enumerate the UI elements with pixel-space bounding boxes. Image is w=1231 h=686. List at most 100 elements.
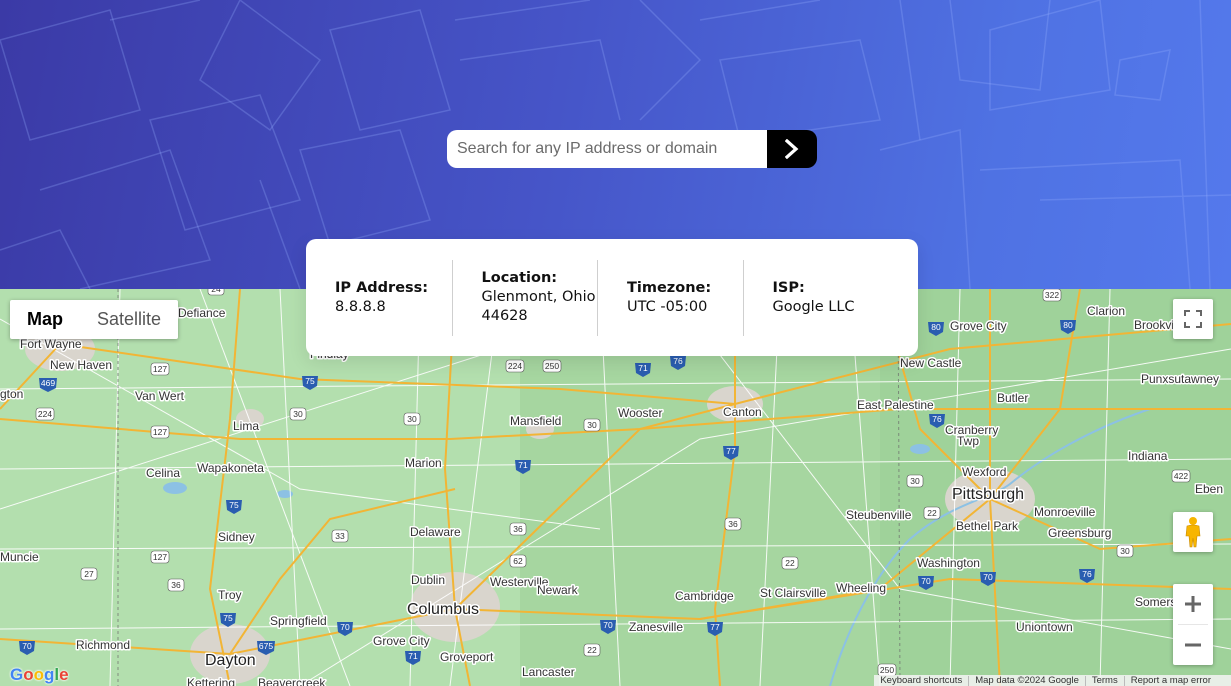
svg-text:Cambridge: Cambridge (675, 589, 734, 603)
svg-text:22: 22 (785, 558, 795, 568)
zoom-in-button[interactable] (1173, 584, 1213, 624)
svg-text:62: 62 (513, 556, 523, 566)
street-view-pegman-button[interactable] (1173, 512, 1213, 552)
svg-text:St Clairsville: St Clairsville (760, 586, 826, 600)
svg-text:gton: gton (0, 387, 23, 401)
map-data-credit: Map data ©2024 Google (968, 675, 1085, 686)
svg-text:Columbus: Columbus (407, 601, 479, 618)
svg-text:75: 75 (223, 613, 233, 623)
svg-text:71: 71 (518, 460, 528, 470)
svg-text:Troy: Troy (218, 588, 242, 602)
svg-text:422: 422 (1174, 471, 1188, 481)
fullscreen-icon (1184, 310, 1202, 328)
timezone-label: Timezone: (627, 279, 712, 296)
map-type-map-button[interactable]: Map (10, 300, 80, 339)
isp-value: Google LLC (772, 298, 855, 315)
svg-text:Beavercreek: Beavercreek (258, 676, 326, 686)
svg-text:Defiance: Defiance (178, 306, 226, 320)
svg-text:70: 70 (603, 620, 613, 630)
svg-text:Monroeville: Monroeville (1034, 505, 1096, 519)
svg-text:27: 27 (84, 569, 94, 579)
svg-text:76: 76 (932, 414, 942, 424)
svg-text:East Palestine: East Palestine (857, 398, 934, 412)
svg-text:Eben: Eben (1195, 482, 1223, 496)
svg-text:127: 127 (153, 364, 167, 374)
svg-text:Van Wert: Van Wert (135, 389, 185, 403)
svg-text:224: 224 (508, 361, 522, 371)
fullscreen-button[interactable] (1173, 299, 1213, 339)
svg-text:Wooster: Wooster (618, 406, 662, 420)
svg-text:30: 30 (910, 476, 920, 486)
svg-text:Wapakoneta: Wapakoneta (197, 461, 264, 475)
svg-text:Bethel Park: Bethel Park (956, 519, 1019, 533)
svg-text:Greensburg: Greensburg (1048, 526, 1111, 540)
search-bar (447, 130, 817, 168)
svg-text:30: 30 (587, 420, 597, 430)
svg-text:Delaware: Delaware (410, 525, 461, 539)
isp-section: ISP: Google LLC (742, 259, 889, 336)
keyboard-shortcuts-link[interactable]: Keyboard shortcuts (874, 675, 968, 686)
svg-text:Fort Wayne: Fort Wayne (20, 337, 82, 351)
search-input[interactable] (447, 130, 767, 168)
svg-text:Clarion: Clarion (1087, 304, 1125, 318)
map-type-satellite-button[interactable]: Satellite (80, 300, 178, 339)
svg-text:Uniontown: Uniontown (1016, 620, 1073, 634)
svg-text:Somers: Somers (1135, 595, 1176, 609)
terms-link[interactable]: Terms (1084, 675, 1124, 686)
svg-text:70: 70 (983, 572, 993, 582)
svg-text:36: 36 (728, 519, 738, 529)
svg-text:Grove City: Grove City (950, 319, 1007, 333)
svg-text:Grove City: Grove City (373, 634, 430, 648)
svg-text:Kettering: Kettering (187, 676, 235, 686)
map-type-control: Map Satellite (10, 300, 179, 339)
svg-text:675: 675 (259, 641, 273, 651)
svg-text:224: 224 (38, 409, 52, 419)
svg-text:30: 30 (407, 414, 417, 424)
map-attribution-bar: Keyboard shortcuts Map data ©2024 Google… (874, 675, 1231, 686)
svg-text:New Haven: New Haven (50, 358, 112, 372)
svg-text:76: 76 (1082, 569, 1092, 579)
svg-text:Pittsburgh: Pittsburgh (952, 486, 1024, 503)
svg-text:24: 24 (211, 289, 221, 294)
svg-text:77: 77 (726, 446, 736, 456)
ip-address-section: IP Address: 8.8.8.8 (306, 260, 452, 336)
google-logo[interactable]: Google (10, 665, 69, 685)
ip-info-card: IP Address: 8.8.8.8 Location: Glenmont, … (306, 239, 918, 356)
svg-text:80: 80 (1063, 320, 1073, 330)
svg-text:322: 322 (1045, 290, 1059, 300)
svg-text:Springfield: Springfield (270, 614, 327, 628)
svg-text:Twp: Twp (957, 434, 979, 448)
zoom-control (1173, 584, 1213, 665)
svg-text:127: 127 (153, 427, 167, 437)
svg-text:Sidney: Sidney (218, 530, 255, 544)
report-map-error-link[interactable]: Report a map error (1123, 675, 1217, 686)
svg-text:75: 75 (229, 500, 239, 510)
svg-text:70: 70 (921, 576, 931, 586)
location-section: Location: Glenmont, Ohio 44628 (451, 259, 598, 336)
svg-text:250: 250 (880, 665, 894, 675)
pegman-icon (1185, 517, 1201, 548)
minus-icon (1185, 643, 1201, 647)
search-submit-button[interactable] (767, 130, 817, 168)
zoom-out-button[interactable] (1173, 625, 1213, 665)
svg-text:Dayton: Dayton (205, 652, 256, 669)
svg-text:250: 250 (545, 361, 559, 371)
svg-text:71: 71 (408, 651, 418, 661)
svg-text:Indiana: Indiana (1128, 449, 1168, 463)
svg-text:70: 70 (22, 641, 32, 651)
svg-text:New Castle: New Castle (900, 356, 962, 370)
svg-text:Lancaster: Lancaster (522, 665, 575, 679)
svg-text:Marion: Marion (405, 456, 442, 470)
location-value: Glenmont, Ohio 44628 (481, 289, 596, 324)
svg-text:Canton: Canton (723, 405, 762, 419)
svg-text:Groveport: Groveport (440, 650, 494, 664)
location-label: Location: (481, 270, 558, 286)
svg-text:36: 36 (513, 524, 523, 534)
ip-address-value: 8.8.8.8 (335, 298, 386, 315)
svg-text:Brookvi: Brookvi (1134, 318, 1174, 332)
svg-text:22: 22 (587, 645, 597, 655)
timezone-value: UTC -05:00 (627, 298, 708, 315)
svg-text:Zanesville: Zanesville (629, 620, 683, 634)
svg-text:127: 127 (153, 552, 167, 562)
svg-text:80: 80 (931, 322, 941, 332)
